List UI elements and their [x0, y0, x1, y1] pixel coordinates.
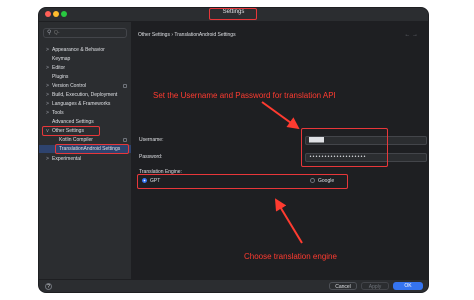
dialog-footer: ? Cancel Apply OK	[39, 279, 428, 292]
sidebar-item-label: Tools	[52, 110, 64, 116]
sidebar-item-label: Plugins	[52, 74, 69, 80]
chevron-right-icon: >	[46, 110, 49, 116]
sidebar-item-label: Kotlin Compiler	[59, 137, 93, 143]
sidebar-item-version-control[interactable]: > Version Control	[39, 82, 131, 90]
chevron-right-icon: >	[46, 156, 49, 162]
project-scope-icon	[123, 138, 127, 142]
annotation-arrow-credentials	[261, 101, 300, 130]
apply-button[interactable]: Apply	[361, 282, 389, 290]
annotation-arrows	[261, 101, 303, 244]
sidebar-item-build[interactable]: > Build, Execution, Deployment	[39, 91, 131, 99]
settings-content: Other Settings › TranslationAndroid Sett…	[132, 22, 428, 279]
annotation-arrow-engine	[274, 198, 303, 244]
chevron-right-icon: >	[46, 101, 49, 107]
annotation-engine: Choose translation engine	[244, 252, 337, 261]
sidebar-item-kotlin-compiler[interactable]: Kotlin Compiler	[39, 136, 131, 144]
sidebar-item-tools[interactable]: > Tools	[39, 109, 131, 117]
sidebar-item-keymap[interactable]: Keymap	[39, 55, 131, 63]
sidebar-item-languages[interactable]: > Languages & Frameworks	[39, 100, 131, 108]
sidebar-item-editor[interactable]: > Editor	[39, 64, 131, 72]
other-settings-highlight	[42, 126, 100, 136]
title-bar: Settings	[39, 8, 428, 22]
sidebar-item-label: Advanced Settings	[52, 119, 94, 125]
translation-settings-highlight	[55, 144, 129, 154]
cancel-button[interactable]: Cancel	[329, 282, 357, 290]
settings-sidebar: ⚲ > Appearance & Behavior Keymap > Edito…	[39, 22, 132, 279]
settings-dialog: Settings ⚲ > Appearance & Behavior Keyma…	[39, 8, 428, 292]
settings-search[interactable]: ⚲	[43, 28, 127, 38]
sidebar-item-advanced[interactable]: Advanced Settings	[39, 118, 131, 126]
sidebar-item-label: Keymap	[52, 56, 71, 62]
window-title-highlight	[209, 8, 257, 20]
chevron-right-icon: >	[46, 83, 49, 89]
sidebar-item-appearance[interactable]: > Appearance & Behavior	[39, 46, 131, 54]
sidebar-item-label: Build, Execution, Deployment	[52, 92, 118, 98]
sidebar-item-label: Languages & Frameworks	[52, 101, 111, 107]
search-icon: ⚲	[47, 30, 52, 36]
help-button[interactable]: ?	[45, 283, 52, 290]
sidebar-item-label: Appearance & Behavior	[52, 47, 105, 53]
chevron-right-icon: >	[46, 47, 49, 53]
sidebar-item-label: Editor	[52, 65, 66, 71]
chevron-right-icon: >	[46, 92, 49, 98]
sidebar-item-experimental[interactable]: > Experimental	[39, 155, 131, 163]
project-scope-icon	[123, 84, 127, 88]
sidebar-item-label: Experimental	[52, 156, 82, 162]
sidebar-item-plugins[interactable]: Plugins	[39, 73, 131, 81]
ok-button[interactable]: OK	[393, 282, 423, 290]
search-input[interactable]	[54, 29, 124, 37]
chevron-right-icon: >	[46, 65, 49, 71]
sidebar-item-label: Version Control	[52, 83, 87, 89]
